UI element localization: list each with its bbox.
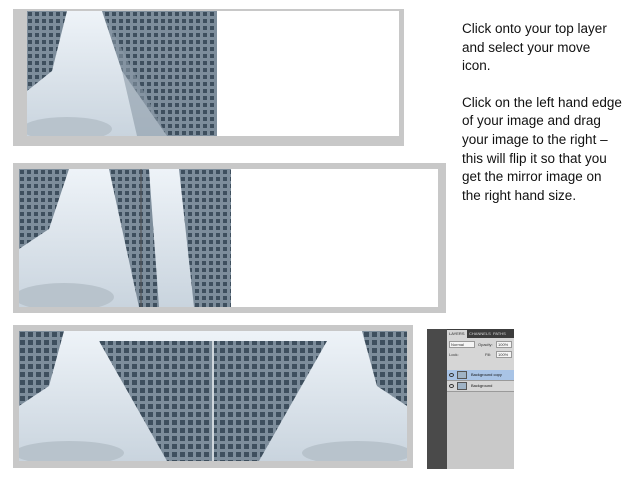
blend-mode-value: Normal [451,342,464,347]
visibility-eye-icon[interactable] [449,384,454,388]
screenshot-2-frame [13,163,446,313]
instruction-step-1: Click onto your top layer and select you… [462,21,607,74]
layer-row-background[interactable]: Background [447,381,514,392]
screenshot-1-canvas [27,11,399,136]
fill-value: 100% [498,352,509,357]
building-image-1 [27,11,217,136]
layer-thumbnail [457,382,467,390]
layer-row-background-copy[interactable]: Background copy [447,370,514,381]
screenshot-3-canvas [19,331,407,461]
layer-options: Normal Opacity: 100% Lock: Fill: 100% [447,338,514,370]
screenshot-2-canvas [19,169,438,307]
opacity-label: Opacity: [478,342,493,347]
layer-name: Background [471,383,493,388]
fill-field[interactable]: 100% [496,351,512,358]
panel-tabs: LAYERS CHANNELS PATHS [447,329,514,338]
opacity-value: 100% [498,342,509,347]
layer-thumbnail [457,371,467,379]
tab-layers[interactable]: LAYERS [447,330,467,338]
tab-paths[interactable]: PATHS [491,330,508,338]
layer-name: Background copy [471,372,502,377]
screenshot-3-frame [13,325,413,468]
blend-mode-select[interactable]: Normal [449,341,475,348]
lock-label: Lock: [449,352,459,357]
visibility-eye-icon[interactable] [449,373,454,377]
instructions: Click onto your top layer and select you… [462,20,622,223]
fill-label: Fill: [485,352,492,357]
tab-channels[interactable]: CHANNELS [467,330,493,338]
opacity-field[interactable]: 100% [496,341,512,348]
layers-empty-area [447,392,514,469]
panel-dock-strip [427,329,447,469]
instruction-step-2: Click on the left hand edge of your imag… [462,94,622,203]
layers-panel: LAYERS CHANNELS PATHS Normal Opacity: 10… [427,329,514,469]
mirrored-building-image [19,331,407,461]
building-image-2 [19,169,231,307]
screenshot-1-frame [13,9,404,146]
